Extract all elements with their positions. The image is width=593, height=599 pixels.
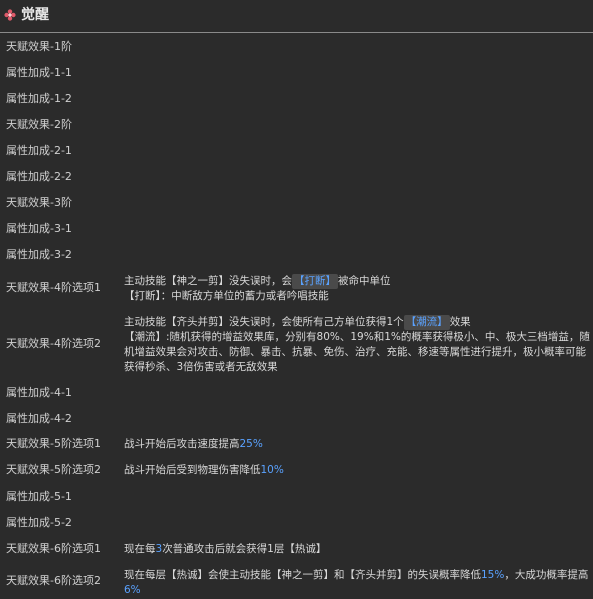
row-label: 属性加成-2-1 (6, 144, 72, 157)
description-text: 战斗开始后攻击速度提高 (124, 438, 240, 450)
row-label: 属性加成-3-1 (6, 222, 72, 235)
row-label: 属性加成-2-2 (6, 170, 72, 183)
row-label: 天赋效果-3阶 (6, 196, 72, 209)
talent-description: 主动技能【齐头并剪】没失误时，会使所有己方单位获得1个 【潮流】 效果 【潮流】:随… (124, 315, 590, 375)
row-label: 天赋效果-1阶 (6, 40, 72, 53)
description-line: 主动技能【齐头并剪】没失误时，会使所有己方单位获得1个 【潮流】 效果 (124, 315, 590, 330)
description-line: 现在每3次普通攻击后就会获得1层【热诚】 (124, 542, 590, 557)
description-text: ，大成功概率提高 (504, 569, 589, 581)
row-label: 天赋效果-6阶选项2 (6, 574, 101, 587)
page-title: 觉醒 (21, 7, 49, 23)
row-label: 天赋效果-2阶 (6, 118, 72, 131)
row-label: 属性加成-5-1 (6, 490, 72, 503)
description-line: 战斗开始后受到物理伤害降低10% (124, 463, 590, 478)
description-text: 现在每 (124, 543, 156, 555)
row-label: 属性加成-5-2 (6, 516, 72, 529)
highlight-value: 6% (124, 584, 141, 596)
description-line: 主动技能【神之一剪】没失误时，会 【打断】 被命中单位 (124, 274, 590, 289)
description-text: 次普通攻击后就会获得1层【热诚】 (162, 543, 327, 555)
row-label: 天赋效果-4阶选项2 (6, 337, 101, 350)
highlight-value: 15% (481, 569, 505, 581)
description-line: 战斗开始后攻击速度提高25% (124, 437, 590, 452)
panel-header: 觉醒 (0, 0, 593, 33)
row-label: 天赋效果-5阶选项1 (6, 437, 101, 450)
description-text: 效果 (449, 316, 471, 328)
description-text: 现在每层【热诚】会使主动技能【神之一剪】和【齐头并剪】的失误概率降低 (124, 569, 481, 581)
talent-description: 现在每层【热诚】会使主动技能【神之一剪】和【齐头并剪】的失误概率降低15%，大成… (124, 568, 590, 598)
talent-description: 现在每3次普通攻击后就会获得1层【热诚】 (124, 542, 590, 557)
talent-description: 主动技能【神之一剪】没失误时，会 【打断】 被命中单位 【打断】：中断敌方单位的蓄力… (124, 274, 590, 304)
description-text: 主动技能【神之一剪】没失误时，会 (124, 275, 292, 287)
description-line: 【打断】：中断敌方单位的蓄力或者吟唱技能 (124, 290, 329, 302)
row-label: 属性加成-1-1 (6, 66, 72, 79)
keyword-tag: 【潮流】 (403, 315, 450, 330)
row-label: 属性加成-4-1 (6, 386, 72, 399)
description-line: 【潮流】:随机获得的增益效果库，分别有80%、19%和1%的概率获得极小、中、极… (124, 331, 590, 373)
awakening-panel: 觉醒 天赋效果-1阶 属性加成-1-1 属性加成-1-2 天赋效果-2阶 属性加… (0, 0, 593, 599)
row-label: 天赋效果-6阶选项1 (6, 542, 101, 555)
highlight-value: 25% (239, 438, 263, 450)
flower-icon (4, 9, 16, 21)
highlight-value: 10% (260, 464, 284, 476)
row-label: 属性加成-4-2 (6, 412, 72, 425)
description-line: 现在每层【热诚】会使主动技能【神之一剪】和【齐头并剪】的失误概率降低15%，大成… (124, 568, 590, 598)
row-label: 属性加成-1-2 (6, 92, 72, 105)
talent-description: 战斗开始后受到物理伤害降低10% (124, 463, 590, 478)
description-text: 被命中单位 (338, 275, 391, 287)
row-label: 天赋效果-4阶选项1 (6, 281, 101, 294)
description-text: 战斗开始后受到物理伤害降低 (124, 464, 261, 476)
row-label: 属性加成-3-2 (6, 248, 72, 261)
keyword-tag: 【打断】 (292, 274, 338, 289)
row-label: 天赋效果-5阶选项2 (6, 463, 101, 476)
description-text: 主动技能【齐头并剪】没失误时，会使所有己方单位获得1个 (124, 316, 404, 328)
talent-description: 战斗开始后攻击速度提高25% (124, 437, 590, 452)
